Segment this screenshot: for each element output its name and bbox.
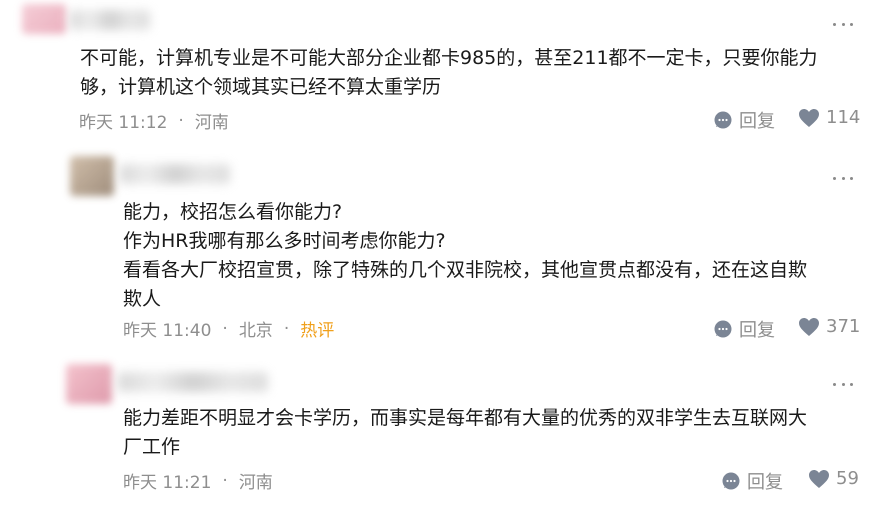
avatar[interactable] bbox=[22, 4, 66, 34]
heart-icon bbox=[799, 317, 819, 336]
heart-icon bbox=[799, 108, 819, 127]
reply-label: 回复 bbox=[747, 472, 783, 493]
heart-icon bbox=[809, 469, 829, 488]
more-options-icon[interactable] bbox=[833, 172, 853, 184]
comment-location: 河南 bbox=[194, 113, 229, 133]
like-count: 371 bbox=[826, 316, 861, 337]
comment-bubble-icon bbox=[722, 472, 740, 490]
avatar[interactable] bbox=[66, 364, 112, 404]
comment-location: 北京 bbox=[238, 321, 273, 341]
username[interactable] bbox=[120, 164, 230, 184]
like-button[interactable]: 371 bbox=[798, 316, 860, 337]
comment-time: 昨天 11:12 bbox=[79, 113, 168, 133]
separator: · bbox=[283, 318, 290, 339]
reply-label: 回复 bbox=[739, 320, 775, 341]
separator: · bbox=[178, 110, 184, 131]
comment-text: 能力，校招怎么看你能力? 作为HR我哪有那么多时间考虑你能力? 看看各大厂校招宣… bbox=[123, 201, 808, 310]
hot-comment-badge: 热评 bbox=[300, 321, 335, 341]
comment-item: 能力差距不明显才会卡学历，而事实是每年都有大量的优秀的双非学生去互联网大 厂工作… bbox=[0, 358, 885, 519]
comment-text: 能力差距不明显才会卡学历，而事实是每年都有大量的优秀的双非学生去互联网大 厂工作 bbox=[123, 407, 808, 458]
reply-button[interactable]: 回复 bbox=[721, 468, 783, 494]
reply-button[interactable]: 回复 bbox=[713, 316, 775, 342]
comment-location: 河南 bbox=[238, 473, 273, 493]
comment-bubble-icon bbox=[714, 111, 732, 129]
more-options-icon[interactable] bbox=[833, 18, 853, 30]
separator: · bbox=[222, 318, 228, 339]
comment-text: 不可能，计算机专业是不可能大部分企业都卡985的，甚至211都不一定卡，只要你能… bbox=[80, 47, 818, 98]
like-button[interactable]: 114 bbox=[798, 107, 860, 128]
comment-meta: 昨天 11:40 · 北京 · 热评 bbox=[123, 316, 335, 342]
comment-item: 能力，校招怎么看你能力? 作为HR我哪有那么多时间考虑你能力? 看看各大厂校招宣… bbox=[0, 150, 885, 350]
more-options-icon[interactable] bbox=[833, 378, 853, 390]
reply-button[interactable]: 回复 bbox=[713, 107, 775, 133]
comment-item: 不可能，计算机专业是不可能大部分企业都卡985的，甚至211都不一定卡，只要你能… bbox=[0, 0, 885, 140]
avatar[interactable] bbox=[70, 156, 114, 196]
like-count: 59 bbox=[836, 468, 859, 489]
separator: · bbox=[222, 470, 228, 491]
comment-time: 昨天 11:21 bbox=[123, 473, 212, 493]
reply-label: 回复 bbox=[739, 111, 775, 132]
comment-time: 昨天 11:40 bbox=[123, 321, 212, 341]
comment-bubble-icon bbox=[714, 320, 732, 338]
username[interactable] bbox=[70, 10, 150, 30]
like-count: 114 bbox=[826, 107, 861, 128]
comment-meta: 昨天 11:21 · 河南 bbox=[123, 468, 273, 494]
comment-meta: 昨天 11:12 · 河南 bbox=[79, 108, 229, 134]
like-button[interactable]: 59 bbox=[808, 468, 859, 489]
username[interactable] bbox=[118, 372, 268, 392]
